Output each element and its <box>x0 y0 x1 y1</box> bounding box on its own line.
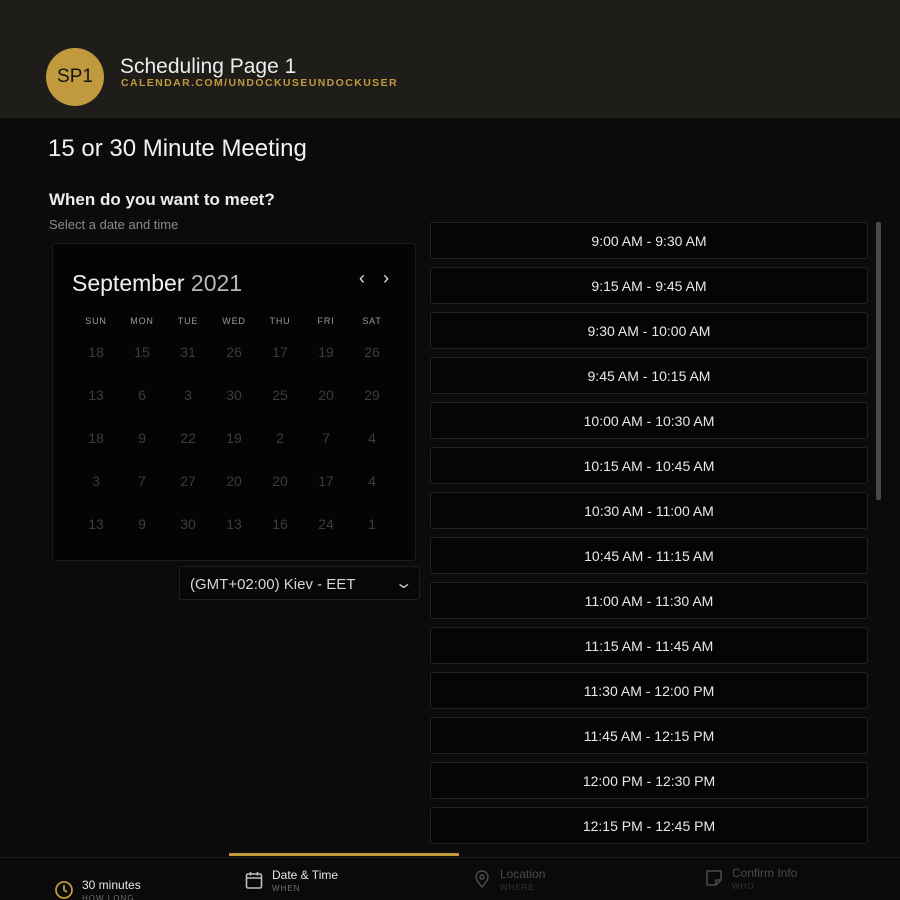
section-subtitle: Select a date and time <box>49 217 179 232</box>
calendar-day: 3 <box>92 473 100 489</box>
calendar-day: 26 <box>364 344 380 360</box>
weekday-label: TUE <box>177 316 199 326</box>
step-label: 30 minutes <box>82 878 141 892</box>
page-name: Scheduling Page 1 <box>120 55 297 78</box>
time-slot-button[interactable]: 9:15 AM - 9:45 AM <box>430 267 868 304</box>
calendar-day: 24 <box>318 516 334 532</box>
chevron-down-icon: ⌄ <box>393 575 413 592</box>
calendar-day: 7 <box>138 473 146 489</box>
time-slot-button[interactable]: 10:15 AM - 10:45 AM <box>430 447 868 484</box>
calendar-day: 31 <box>180 344 196 360</box>
calendar-day: 29 <box>364 387 380 403</box>
time-slot-button[interactable]: 11:00 AM - 11:30 AM <box>430 582 868 619</box>
time-slot-button[interactable]: 12:15 PM - 12:45 PM <box>430 807 868 844</box>
weekday-label: SUN <box>85 316 107 326</box>
step-sublabel: HOW LONG <box>82 894 135 900</box>
calendar-day: 19 <box>226 430 242 446</box>
meeting-title: 15 or 30 Minute Meeting <box>48 135 307 162</box>
location-pin-icon <box>472 869 492 889</box>
calendar-days-grid: 18 15 31 26 17 19 26 13 6 3 30 25 20 29 18 9 22 19 2 7 4 3 7 27… <box>73 344 395 559</box>
step-label: Date & Time <box>272 868 339 882</box>
step-label: Location <box>500 867 546 881</box>
previous-month-button[interactable]: ‹ <box>359 268 365 289</box>
calendar-day: 19 <box>318 344 334 360</box>
note-icon <box>704 868 724 888</box>
weekday-label: WED <box>222 316 246 326</box>
calendar-day: 25 <box>272 387 288 403</box>
calendar-day: 18 <box>88 430 104 446</box>
time-slot-button[interactable]: 11:45 AM - 12:15 PM <box>430 717 868 754</box>
calendar-day: 4 <box>368 473 376 489</box>
calendar-day: 27 <box>180 473 196 489</box>
time-slot-button[interactable]: 9:45 AM - 10:15 AM <box>430 357 868 394</box>
calendar-day: 4 <box>368 430 376 446</box>
weekday-label: THU <box>269 316 291 326</box>
time-slot-button[interactable]: 10:30 AM - 11:00 AM <box>430 492 868 529</box>
calendar-day: 30 <box>226 387 242 403</box>
weekday-label: FRI <box>317 316 335 326</box>
calendar-day: 9 <box>138 430 146 446</box>
calendar-day: 7 <box>322 430 330 446</box>
time-slot-button[interactable]: 12:00 PM - 12:30 PM <box>430 762 868 799</box>
step-sublabel: WHO <box>732 882 755 891</box>
avatar: SP1 <box>46 48 104 106</box>
section-heading: When do you want to meet? <box>49 190 275 209</box>
time-slot-button[interactable]: 9:30 AM - 10:00 AM <box>430 312 868 349</box>
calendar-day: 20 <box>318 387 334 403</box>
calendar-month: September <box>72 270 185 296</box>
weekday-label: MON <box>130 316 154 326</box>
calendar-day: 20 <box>272 473 288 489</box>
calendar-day: 18 <box>88 344 104 360</box>
time-slot-button[interactable]: 11:15 AM - 11:45 AM <box>430 627 868 664</box>
weekday-header: SUN MON TUE WED THU FRI SAT <box>73 316 395 326</box>
step-sublabel: WHEN <box>272 884 301 893</box>
calendar-day: 2 <box>276 430 284 446</box>
time-slot-button[interactable]: 10:00 AM - 10:30 AM <box>430 402 868 439</box>
calendar-day: 22 <box>180 430 196 446</box>
time-slot-button[interactable]: 9:00 AM - 9:30 AM <box>430 222 868 259</box>
calendar-day: 30 <box>180 516 196 532</box>
timezone-value: (GMT+02:00) Kiev - EET <box>190 576 356 593</box>
step-sublabel: WHERE <box>500 883 535 892</box>
calendar-day: 13 <box>88 387 104 403</box>
calendar-day: 6 <box>138 387 146 403</box>
calendar-day: 17 <box>272 344 288 360</box>
calendar-day: 20 <box>226 473 242 489</box>
time-slot-button[interactable]: 11:30 AM - 12:00 PM <box>430 672 868 709</box>
next-month-button[interactable]: › <box>383 268 389 289</box>
step-progress-indicator <box>229 853 459 856</box>
calendar-day: 16 <box>272 516 288 532</box>
clock-icon <box>54 880 74 900</box>
calendar-icon <box>244 870 264 890</box>
weekday-label: SAT <box>362 316 382 326</box>
calendar-day: 17 <box>318 473 334 489</box>
step-label: Confirm Info <box>732 866 798 880</box>
time-slot-button[interactable]: 10:45 AM - 11:15 AM <box>430 537 868 574</box>
scrollbar[interactable] <box>876 222 881 500</box>
time-slot-list[interactable]: 9:00 AM - 9:30 AM 9:15 AM - 9:45 AM 9:30 A… <box>430 222 874 850</box>
calendar-day: 1 <box>368 516 376 532</box>
calendar-year: 2021 <box>190 270 243 296</box>
calendar-day: 9 <box>138 516 146 532</box>
date-picker: September 2021 ‹ › SUN MON TUE WED THU FRI SAT… <box>52 243 416 561</box>
page-url[interactable]: CALENDAR.COM/UNDOCKUSEUNDOCKUSER <box>121 77 398 89</box>
calendar-month-label: September 2021 <box>72 270 242 297</box>
calendar-day: 3 <box>184 387 192 403</box>
page-header: SP1 Scheduling Page 1 CALENDAR.COM/UNDOC… <box>0 0 900 118</box>
calendar-day: 26 <box>226 344 242 360</box>
timezone-select[interactable]: (GMT+02:00) Kiev - EET ⌄ <box>179 566 420 600</box>
calendar-day: 13 <box>226 516 242 532</box>
calendar-day: 15 <box>134 344 150 360</box>
calendar-day: 13 <box>88 516 104 532</box>
